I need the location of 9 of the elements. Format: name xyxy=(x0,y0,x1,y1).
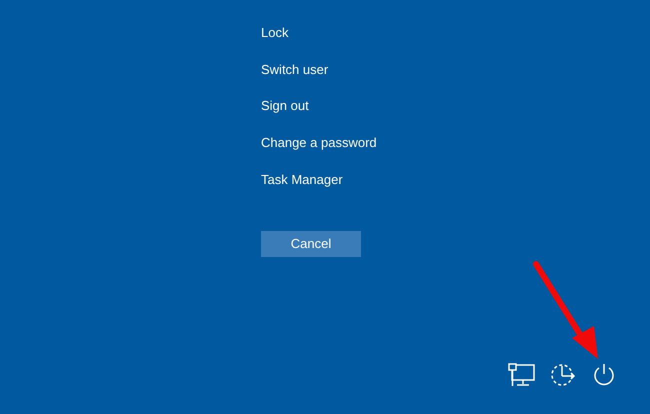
menu-item[interactable]: Sign out xyxy=(261,96,309,116)
ease-of-access-icon[interactable] xyxy=(551,363,577,387)
menu-item[interactable]: Switch user xyxy=(261,60,328,80)
menu-item[interactable]: Task Manager xyxy=(261,170,343,190)
menu-item[interactable]: Lock xyxy=(261,23,288,43)
menu-item[interactable]: Change a password xyxy=(261,133,377,154)
power-icon[interactable] xyxy=(592,363,616,387)
network-icon[interactable] xyxy=(508,363,536,387)
cancel-button[interactable]: Cancel xyxy=(261,230,361,257)
